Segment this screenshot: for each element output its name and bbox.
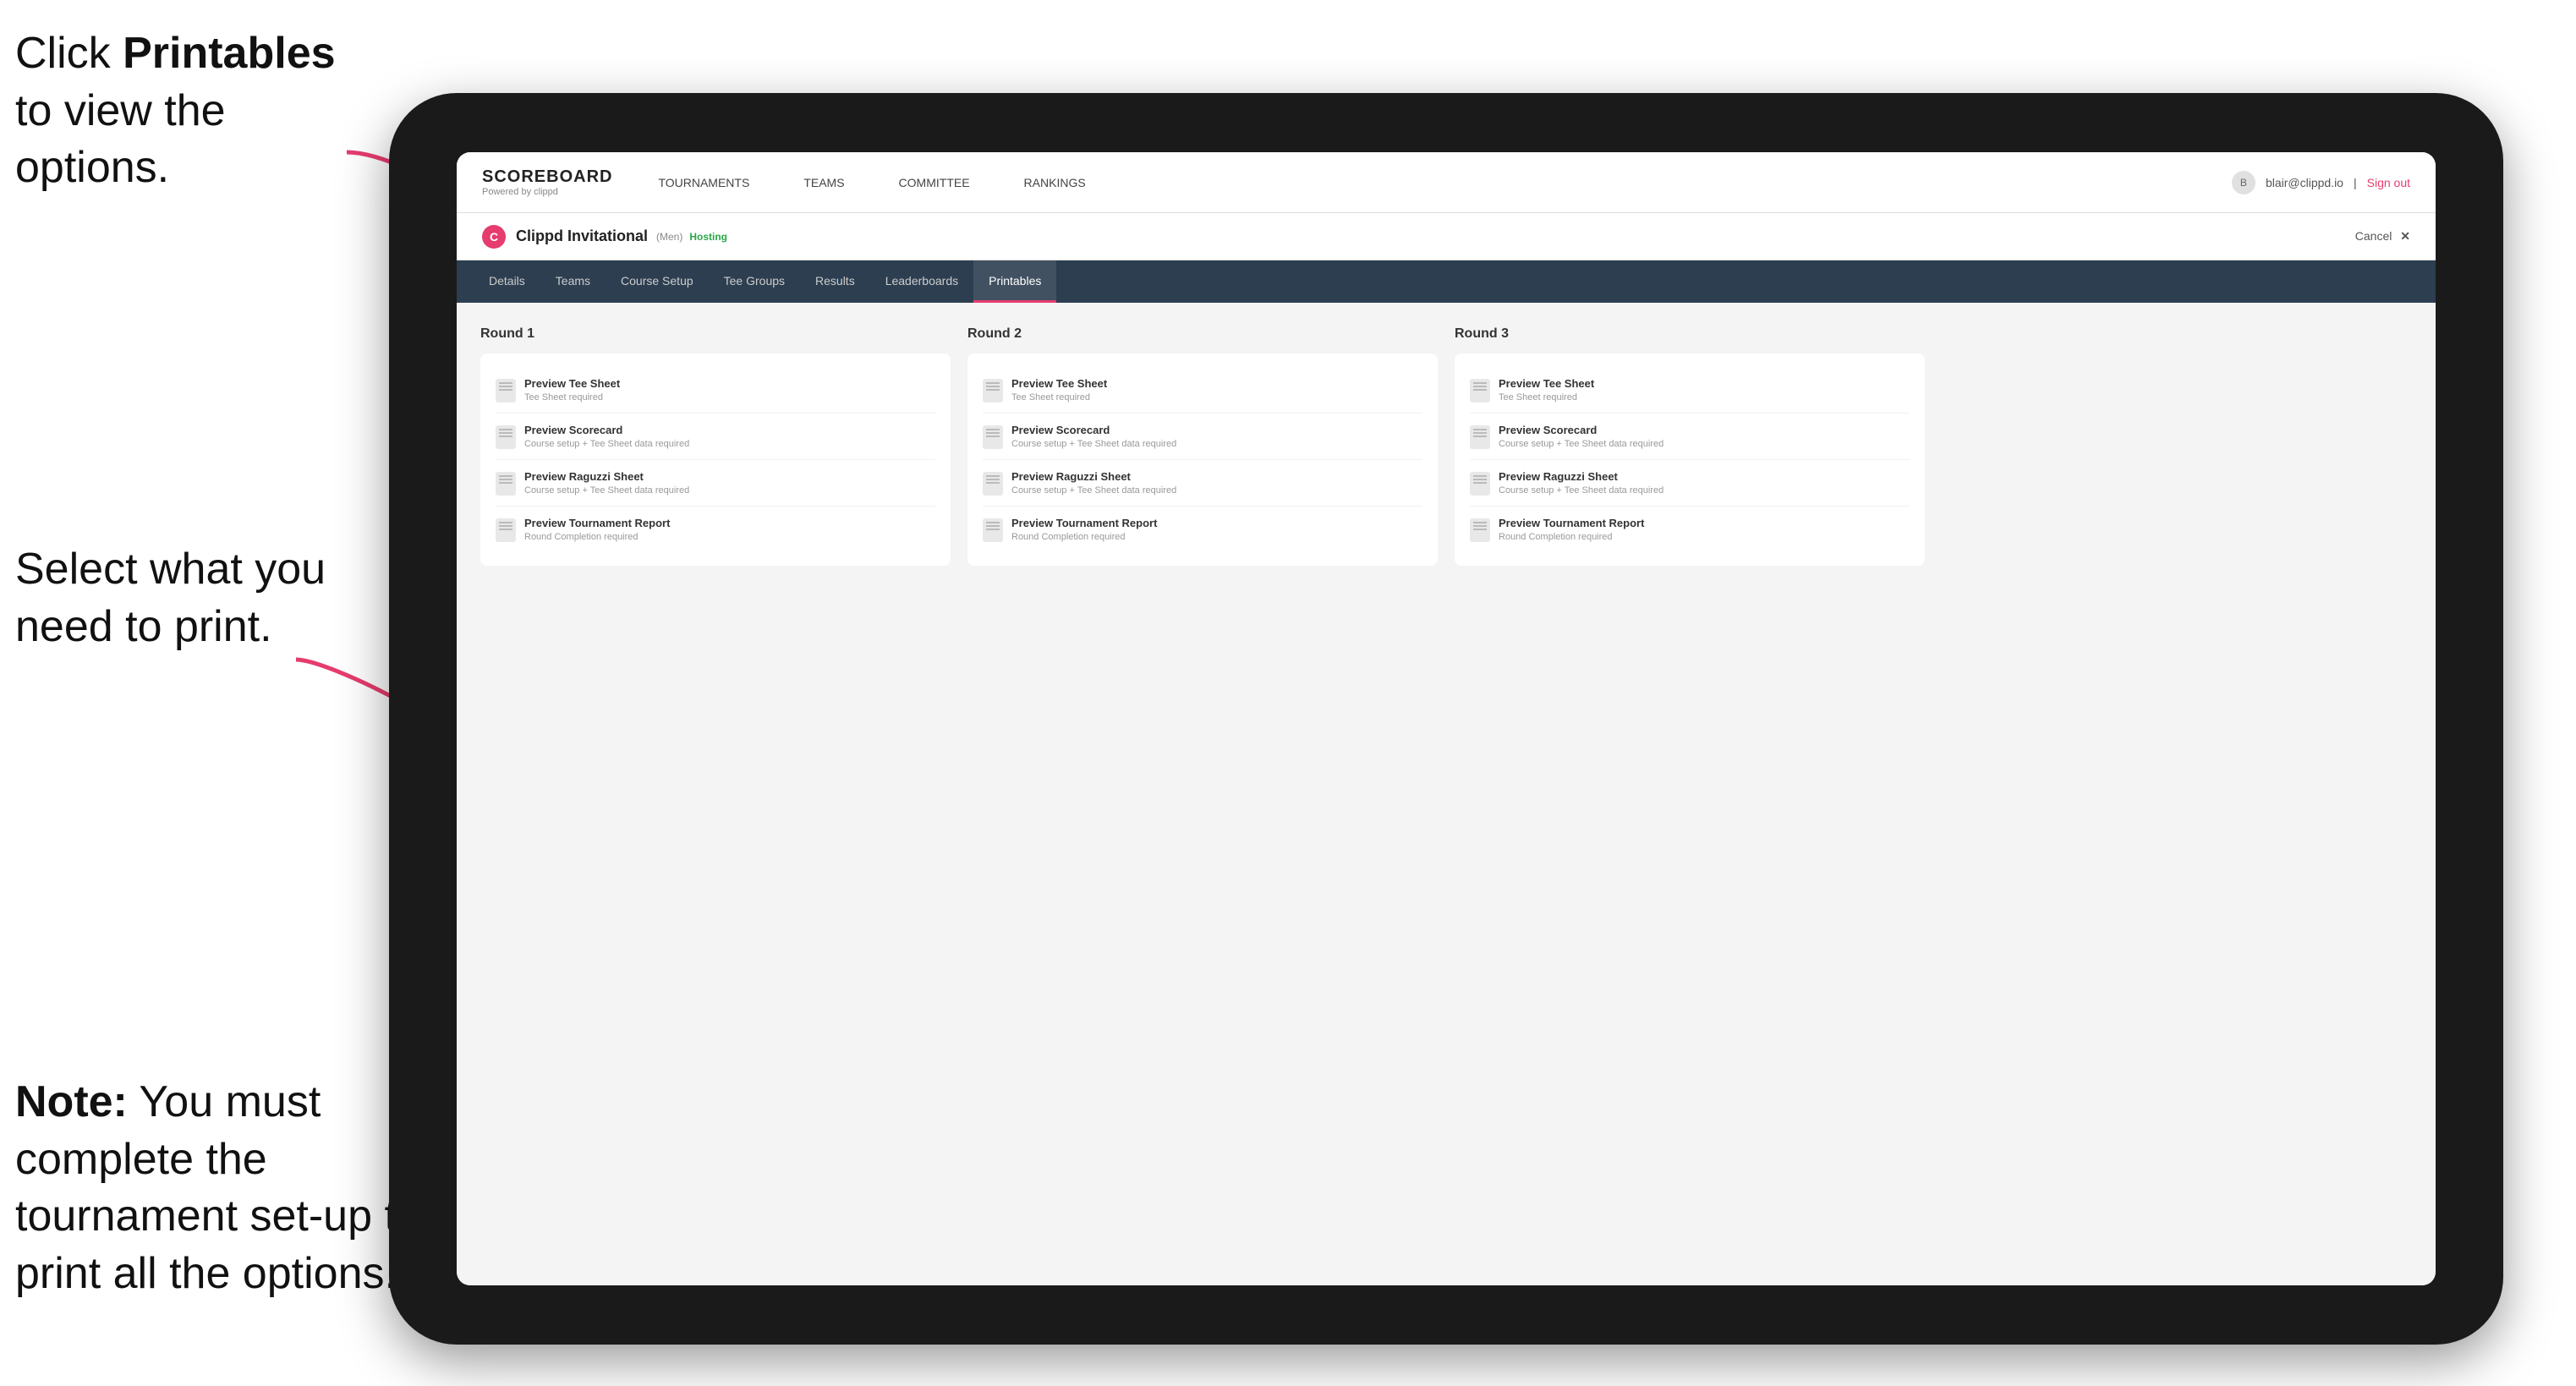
printable-name: Preview Scorecard [1011,424,1176,436]
raguzzi-icon [1470,472,1490,496]
sub-nav-links: Details Teams Course Setup Tee Groups Re… [474,260,1056,303]
printable-req: Course setup + Tee Sheet data required [1499,439,1663,449]
tee-sheet-icon [496,379,516,403]
sign-out-link[interactable]: Sign out [2367,176,2410,189]
printable-name: Preview Tournament Report [524,517,670,529]
logo-title: SCOREBOARD [482,167,612,187]
tee-sheet-icon [983,379,1003,403]
report-icon [983,518,1003,542]
nav-committee[interactable]: COMMITTEE [887,152,982,213]
scoreboard-logo: SCOREBOARD Powered by clippd [482,167,612,197]
printable-req: Course setup + Tee Sheet data required [1499,485,1663,496]
tournament-status: Hosting [689,231,727,243]
round-3-column: Round 3 Preview Tee Sheet Tee Sheet requ… [1455,326,1925,566]
logo-powered: Powered by clippd [482,187,612,197]
annotation-note: Note: You must complete the tournament s… [15,1074,421,1302]
tab-course-setup[interactable]: Course Setup [606,260,709,303]
report-icon [496,518,516,542]
top-nav: SCOREBOARD Powered by clippd TOURNAMENTS… [457,152,2436,213]
round1-raguzzi[interactable]: Preview Raguzzi Sheet Course setup + Tee… [496,460,935,507]
printable-req: Course setup + Tee Sheet data required [524,439,689,449]
annotation-click-printables: Click Printables to view the options. [15,25,370,197]
round-2-card: Preview Tee Sheet Tee Sheet required Pre… [967,353,1438,566]
round2-raguzzi[interactable]: Preview Raguzzi Sheet Course setup + Tee… [983,460,1422,507]
tournament-header: C Clippd Invitational (Men) Hosting Canc… [457,213,2436,260]
scorecard-icon [983,425,1003,449]
printable-req: Round Completion required [524,532,670,542]
printable-req: Course setup + Tee Sheet data required [1011,485,1176,496]
printable-req: Round Completion required [1011,532,1157,542]
tournament-tag: (Men) [656,231,682,243]
nav-teams[interactable]: TEAMS [792,152,856,213]
tournament-name: Clippd Invitational [516,227,648,245]
top-nav-links: TOURNAMENTS TEAMS COMMITTEE RANKINGS [646,152,2231,213]
printable-name: Preview Tee Sheet [1011,377,1107,390]
printable-req: Tee Sheet required [524,392,620,403]
printable-name: Preview Raguzzi Sheet [524,470,689,483]
printable-name: Preview Scorecard [1499,424,1663,436]
round1-tournament-report[interactable]: Preview Tournament Report Round Completi… [496,507,935,552]
printable-name: Preview Tournament Report [1011,517,1157,529]
empty-column [1942,326,2412,566]
printable-name: Preview Tee Sheet [524,377,620,390]
raguzzi-icon [983,472,1003,496]
nav-tournaments[interactable]: TOURNAMENTS [646,152,761,213]
round-2-column: Round 2 Preview Tee Sheet Tee Sheet requ… [967,326,1438,566]
tab-teams[interactable]: Teams [540,260,606,303]
round-3-card: Preview Tee Sheet Tee Sheet required Pre… [1455,353,1925,566]
printable-req: Tee Sheet required [1011,392,1107,403]
printable-name: Preview Raguzzi Sheet [1499,470,1663,483]
raguzzi-icon [496,472,516,496]
tab-leaderboards[interactable]: Leaderboards [870,260,973,303]
tab-results[interactable]: Results [800,260,870,303]
round2-tee-sheet[interactable]: Preview Tee Sheet Tee Sheet required [983,367,1422,414]
round1-scorecard[interactable]: Preview Scorecard Course setup + Tee She… [496,414,935,460]
rounds-container: Round 1 Preview Tee Sheet Tee Sheet requ… [480,326,2412,566]
scorecard-icon [496,425,516,449]
scorecard-icon [1470,425,1490,449]
printable-req: Course setup + Tee Sheet data required [524,485,689,496]
report-icon [1470,518,1490,542]
printable-req: Round Completion required [1499,532,1644,542]
round-1-card: Preview Tee Sheet Tee Sheet required Pre… [480,353,951,566]
printable-name: Preview Tournament Report [1499,517,1644,529]
round2-tournament-report[interactable]: Preview Tournament Report Round Completi… [983,507,1422,552]
printable-name: Preview Raguzzi Sheet [1011,470,1176,483]
round-1-title: Round 1 [480,326,951,342]
sub-nav: Details Teams Course Setup Tee Groups Re… [457,260,2436,303]
printable-name: Preview Scorecard [524,424,689,436]
round3-raguzzi[interactable]: Preview Raguzzi Sheet Course setup + Tee… [1470,460,1910,507]
nav-rankings[interactable]: RANKINGS [1012,152,1098,213]
round3-scorecard[interactable]: Preview Scorecard Course setup + Tee She… [1470,414,1910,460]
user-email: blair@clippd.io [2266,176,2343,189]
round3-tee-sheet[interactable]: Preview Tee Sheet Tee Sheet required [1470,367,1910,414]
user-avatar: B [2232,171,2255,194]
tablet-frame: SCOREBOARD Powered by clippd TOURNAMENTS… [389,93,2503,1345]
printable-req: Course setup + Tee Sheet data required [1011,439,1176,449]
annotation-select-print: Select what youneed to print. [15,541,370,655]
round1-tee-sheet[interactable]: Preview Tee Sheet Tee Sheet required [496,367,935,414]
round-1-column: Round 1 Preview Tee Sheet Tee Sheet requ… [480,326,951,566]
printable-req: Tee Sheet required [1499,392,1594,403]
round-2-title: Round 2 [967,326,1438,342]
cancel-button[interactable]: Cancel ✕ [2355,229,2410,244]
round2-scorecard[interactable]: Preview Scorecard Course setup + Tee She… [983,414,1422,460]
tab-details[interactable]: Details [474,260,540,303]
round-3-title: Round 3 [1455,326,1925,342]
printable-name: Preview Tee Sheet [1499,377,1594,390]
separator: | [2354,176,2357,189]
round3-tournament-report[interactable]: Preview Tournament Report Round Completi… [1470,507,1910,552]
tournament-logo-icon: C [482,225,506,249]
tab-printables[interactable]: Printables [973,260,1056,303]
tablet-screen: SCOREBOARD Powered by clippd TOURNAMENTS… [457,152,2436,1285]
top-nav-right: B blair@clippd.io | Sign out [2232,171,2410,194]
tab-tee-groups[interactable]: Tee Groups [709,260,800,303]
main-content: Round 1 Preview Tee Sheet Tee Sheet requ… [457,303,2436,1285]
tee-sheet-icon [1470,379,1490,403]
